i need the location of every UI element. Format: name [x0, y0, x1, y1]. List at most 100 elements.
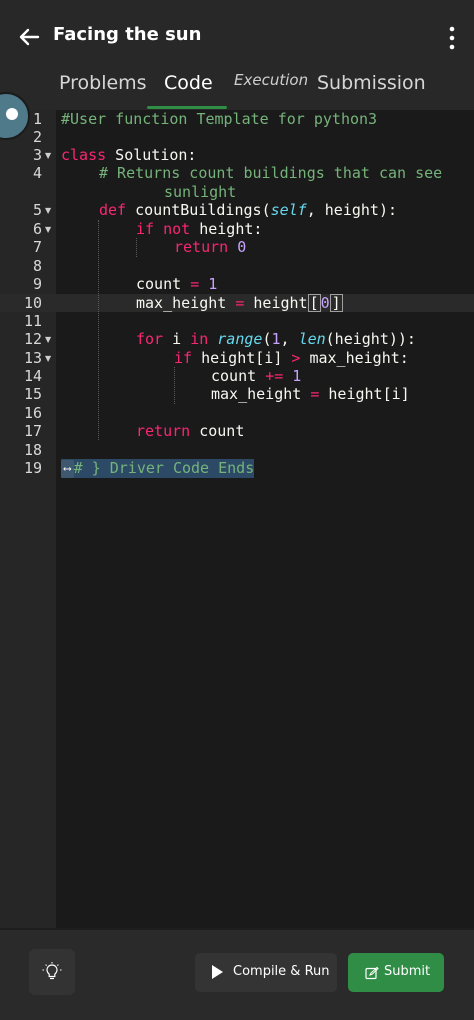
- tab-bar: Problems Code Execution Submission: [0, 62, 474, 112]
- keyword: return: [174, 238, 229, 256]
- fold-toggle-icon[interactable]: ▼: [45, 331, 51, 349]
- code-line-15: max_height = height[i]: [211, 385, 410, 403]
- code-line-4-wrap: sunlight: [164, 183, 237, 201]
- builtin: len: [298, 330, 326, 348]
- code-line-6: if not height:: [136, 220, 262, 238]
- code-line-7: return 0: [174, 238, 246, 256]
- operator: =: [235, 294, 245, 312]
- submit-button[interactable]: Submit: [348, 953, 444, 992]
- code-editor[interactable]: [56, 110, 474, 928]
- code-line-12: for i in range(1, len(height)):: [136, 330, 416, 348]
- line-number: 15: [23, 385, 42, 403]
- submit-label: Submit: [384, 964, 431, 979]
- code-line-19[interactable]: ⟷ # } Driver Code Ends: [61, 459, 255, 478]
- line-number: 8: [32, 257, 42, 275]
- code-text: max_height: [211, 385, 302, 403]
- line-number: 4: [32, 164, 42, 182]
- number: 0: [320, 294, 330, 312]
- line-number: 3: [32, 146, 42, 164]
- code-line-4: # Returns count buildings that can see: [99, 164, 443, 182]
- code-text: count: [211, 367, 257, 385]
- page-title: Facing the sun: [53, 24, 202, 45]
- theme-toggle-button[interactable]: [29, 949, 75, 995]
- line-number: 14: [23, 367, 42, 385]
- compile-run-button[interactable]: Compile & Run: [195, 953, 337, 992]
- operator: >: [291, 349, 301, 367]
- self-param: self: [270, 201, 307, 219]
- number: 1: [208, 275, 218, 293]
- fold-toggle-icon[interactable]: ▼: [45, 147, 51, 165]
- operator: +=: [265, 367, 284, 385]
- compile-run-label: Compile & Run: [233, 964, 330, 979]
- tab-execution[interactable]: Execution: [234, 71, 308, 89]
- edit-square-icon: [365, 966, 379, 980]
- keyword: if: [174, 349, 193, 367]
- code-text: max_height:: [309, 349, 409, 367]
- play-icon: [212, 965, 223, 979]
- indent-guide: [136, 238, 137, 257]
- folded-region-icon[interactable]: ⟷: [61, 459, 74, 478]
- lightbulb-icon: [42, 962, 62, 980]
- more-vertical-icon[interactable]: [444, 24, 460, 52]
- keyword: in: [190, 330, 209, 348]
- keyword: class: [61, 146, 107, 164]
- line-number: 16: [23, 404, 42, 422]
- code-line-5: def countBuildings(self, height):: [99, 201, 398, 219]
- indent-guide: [98, 220, 99, 440]
- line-number: 6: [32, 220, 42, 238]
- fold-toggle-icon[interactable]: ▼: [45, 202, 51, 220]
- code-line-14: count += 1: [211, 367, 301, 385]
- keyword: def: [99, 201, 127, 219]
- line-number: 9: [32, 275, 42, 293]
- operator: =: [310, 385, 320, 403]
- line-number: 1: [32, 110, 42, 128]
- keyword: return: [136, 422, 191, 440]
- code-text: height[i]: [328, 385, 410, 403]
- line-number: 13: [23, 349, 42, 367]
- active-tab-indicator: [147, 106, 227, 109]
- function-name: countBuildings: [135, 201, 262, 219]
- arrow-left-icon[interactable]: [14, 22, 44, 52]
- line-number: 12: [23, 330, 42, 348]
- code-text: Solution:: [106, 146, 197, 164]
- code-text: height: [253, 294, 308, 312]
- tab-problems[interactable]: Problems: [59, 72, 147, 94]
- code-text: max_height: [136, 294, 227, 312]
- tab-submission[interactable]: Submission: [317, 72, 426, 94]
- code-line-3: class Solution:: [61, 146, 196, 164]
- operator: =: [190, 275, 200, 293]
- code-line-13: if height[i] > max_height:: [174, 349, 409, 367]
- code-text: , height):: [306, 201, 398, 219]
- builtin: range: [217, 330, 263, 348]
- code-line-9: count = 1: [136, 275, 217, 293]
- line-number: 19: [23, 459, 42, 477]
- code-line-17: return count: [136, 422, 244, 440]
- line-number: 5: [32, 201, 42, 219]
- bracket-match: ]: [329, 294, 343, 312]
- number: 0: [237, 238, 247, 256]
- line-number: 18: [23, 441, 42, 459]
- code-line-10: max_height = height[0]: [136, 294, 343, 312]
- line-number: 7: [32, 238, 42, 256]
- code-text: i: [172, 330, 182, 348]
- tab-code[interactable]: Code: [164, 72, 213, 94]
- code-text: count: [136, 275, 182, 293]
- bracket-match: [: [307, 294, 321, 312]
- code-line-1: #User function Template for python3: [61, 110, 378, 128]
- code-text: count: [190, 422, 245, 440]
- keyword: for: [136, 330, 164, 348]
- keyword: not: [163, 220, 191, 238]
- code-text: # } Driver Code Ends: [73, 459, 255, 477]
- line-number: 17: [23, 422, 42, 440]
- fold-toggle-icon[interactable]: ▼: [45, 221, 51, 239]
- line-number: 2: [32, 128, 42, 146]
- indent-guide: [174, 367, 175, 404]
- line-number: 10: [23, 294, 42, 312]
- code-text: height:: [190, 220, 263, 238]
- action-bar: Compile & Run Submit: [0, 930, 474, 1020]
- fold-toggle-icon[interactable]: ▼: [45, 350, 51, 368]
- number: 1: [292, 367, 302, 385]
- code-text: height[i]: [201, 349, 283, 367]
- code-text: (height)):: [325, 330, 416, 348]
- number: 1: [271, 330, 281, 348]
